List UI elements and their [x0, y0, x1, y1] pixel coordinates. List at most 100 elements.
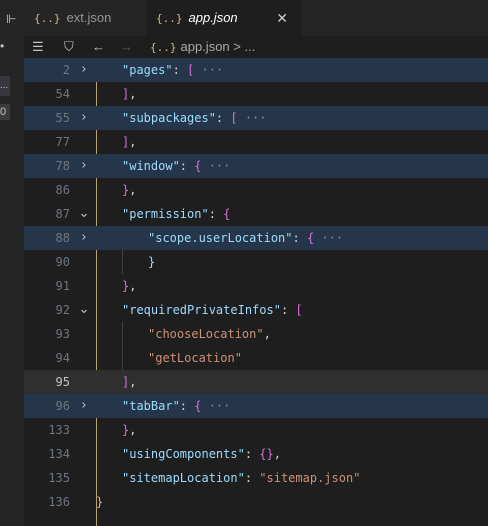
- expand-chevron-icon[interactable]: ›: [78, 154, 90, 178]
- code-line[interactable]: 135 "sitemapLocation": "sitemap.json": [24, 466, 488, 490]
- code-line[interactable]: 93 "chooseLocation",: [24, 322, 488, 346]
- json-key: "window": [122, 159, 180, 173]
- json-key: "subpackages": [122, 111, 216, 125]
- line-number: 94: [55, 351, 70, 365]
- collapse-chevron-icon[interactable]: ⌄: [78, 298, 90, 322]
- closing-brace: }: [96, 495, 104, 509]
- bracket: [: [295, 303, 303, 317]
- bracket: [: [230, 111, 238, 125]
- code-text: }: [148, 250, 155, 274]
- line-number: 136: [48, 495, 70, 509]
- punctuation: ,: [129, 183, 137, 197]
- code-line[interactable]: 92 ⌄ "requiredPrivateInfos": [: [24, 298, 488, 322]
- code-text: "pages": [ ···: [122, 58, 223, 82]
- bookmark-icon[interactable]: ⛉: [64, 36, 74, 58]
- breadcrumb-bar: ☰ ⛉ ← → {..} app.json > ...: [24, 36, 488, 58]
- line-number: 77: [55, 135, 70, 149]
- forward-arrow-icon[interactable]: →: [120, 36, 133, 58]
- back-arrow-icon[interactable]: ←: [92, 36, 105, 58]
- code-text: "tabBar": { ···: [122, 394, 230, 418]
- expand-chevron-icon[interactable]: ›: [78, 226, 90, 250]
- punctuation: :: [215, 111, 231, 125]
- code-line[interactable]: 77],: [24, 130, 488, 154]
- code-line[interactable]: 55 › "subpackages": [ ···: [24, 106, 488, 130]
- code-text: "usingComponents": {},: [122, 442, 281, 466]
- expand-chevron-icon[interactable]: ›: [78, 394, 90, 418]
- punctuation: :: [244, 471, 260, 485]
- json-key: "pages": [122, 63, 173, 77]
- code-line[interactable]: 136}: [24, 490, 488, 514]
- punctuation: :: [280, 303, 296, 317]
- code-line[interactable]: 54],: [24, 82, 488, 106]
- code-line[interactable]: 90}: [24, 250, 488, 274]
- line-number: 88: [55, 231, 70, 245]
- json-file-icon: {..}: [150, 41, 177, 54]
- expand-chevron-icon[interactable]: ›: [78, 58, 90, 82]
- breadcrumb-file[interactable]: app.json: [181, 39, 230, 54]
- code-editor[interactable]: 2 › "pages": [ ··· 54], 55 › "subpackages": [ …: [24, 58, 488, 526]
- collapse-chevron-icon[interactable]: ⌄: [78, 202, 90, 226]
- code-line[interactable]: 96 › "tabBar": { ···: [24, 394, 488, 418]
- code-text: ],: [122, 82, 136, 106]
- line-number: 95: [55, 375, 70, 389]
- folded-ellipsis: ···: [201, 159, 231, 173]
- json-key: "usingComponents": [122, 447, 245, 461]
- code-text: ],: [122, 130, 136, 154]
- code-line[interactable]: 95],: [24, 370, 488, 394]
- code-text: "requiredPrivateInfos": [: [122, 298, 303, 322]
- code-line[interactable]: 2 › "pages": [ ···: [24, 58, 488, 82]
- json-file-icon: {..}: [156, 12, 183, 25]
- code-line[interactable]: 87 ⌄ "permission": {: [24, 202, 488, 226]
- punctuation: ,: [129, 135, 137, 149]
- string-value: "getLocation": [148, 351, 242, 365]
- code-line[interactable]: 133},: [24, 418, 488, 442]
- code-line[interactable]: 86},: [24, 178, 488, 202]
- line-number: 93: [55, 327, 70, 341]
- code-line[interactable]: 94 "getLocation": [24, 346, 488, 370]
- code-text: "getLocation": [148, 346, 242, 370]
- list-icon[interactable]: ☰: [32, 36, 44, 58]
- json-key: "permission": [122, 207, 209, 221]
- line-number: 54: [55, 87, 70, 101]
- folded-ellipsis: ···: [314, 231, 344, 245]
- json-file-icon: {..}: [34, 12, 61, 25]
- punctuation: :: [292, 231, 307, 245]
- punctuation: ,: [129, 87, 137, 101]
- code-text: "subpackages": [ ···: [122, 106, 267, 130]
- punctuation: ,: [273, 447, 281, 461]
- json-key: "requiredPrivateInfos": [122, 303, 281, 317]
- expand-chevron-icon[interactable]: ›: [78, 106, 90, 130]
- line-number: 92: [55, 303, 70, 317]
- code-text: },: [122, 178, 136, 202]
- code-line[interactable]: 134 "usingComponents": {},: [24, 442, 488, 466]
- json-key: }: [148, 255, 156, 269]
- line-number: 78: [55, 159, 70, 173]
- tab-app-json[interactable]: {..} app.json ✕: [146, 0, 302, 36]
- json-key: "scope.userLocation": [148, 231, 293, 245]
- code-line[interactable]: 78 › "window": { ···: [24, 154, 488, 178]
- bullet-icon: •: [0, 39, 5, 53]
- json-key: "tabBar": [122, 399, 180, 413]
- pin-panel-icon[interactable]: ⊩: [6, 12, 16, 26]
- tab-ext-json[interactable]: {..} ext.json: [34, 0, 111, 36]
- line-number: 135: [48, 471, 70, 485]
- folded-ellipsis: ···: [237, 111, 267, 125]
- more-items[interactable]: ...: [0, 76, 10, 96]
- punctuation: :: [244, 447, 260, 461]
- tab-label: ext.json: [66, 10, 112, 25]
- punctuation: ,: [129, 423, 137, 437]
- line-number: 133: [48, 423, 70, 437]
- punctuation: ,: [263, 327, 271, 341]
- line-number: 96: [55, 399, 70, 413]
- brace: {}: [259, 447, 274, 461]
- brace: {: [223, 207, 231, 221]
- punctuation: :: [179, 159, 195, 173]
- string-value: "chooseLocation": [148, 327, 264, 341]
- breadcrumb-rest[interactable]: ...: [245, 39, 256, 54]
- punctuation: ,: [129, 375, 137, 389]
- code-line[interactable]: 88 › "scope.userLocation": { ···: [24, 226, 488, 250]
- code-text: "chooseLocation",: [148, 322, 271, 346]
- code-line[interactable]: 91},: [24, 274, 488, 298]
- breadcrumb[interactable]: {..} app.json > ...: [150, 36, 255, 59]
- close-icon[interactable]: ✕: [276, 0, 288, 36]
